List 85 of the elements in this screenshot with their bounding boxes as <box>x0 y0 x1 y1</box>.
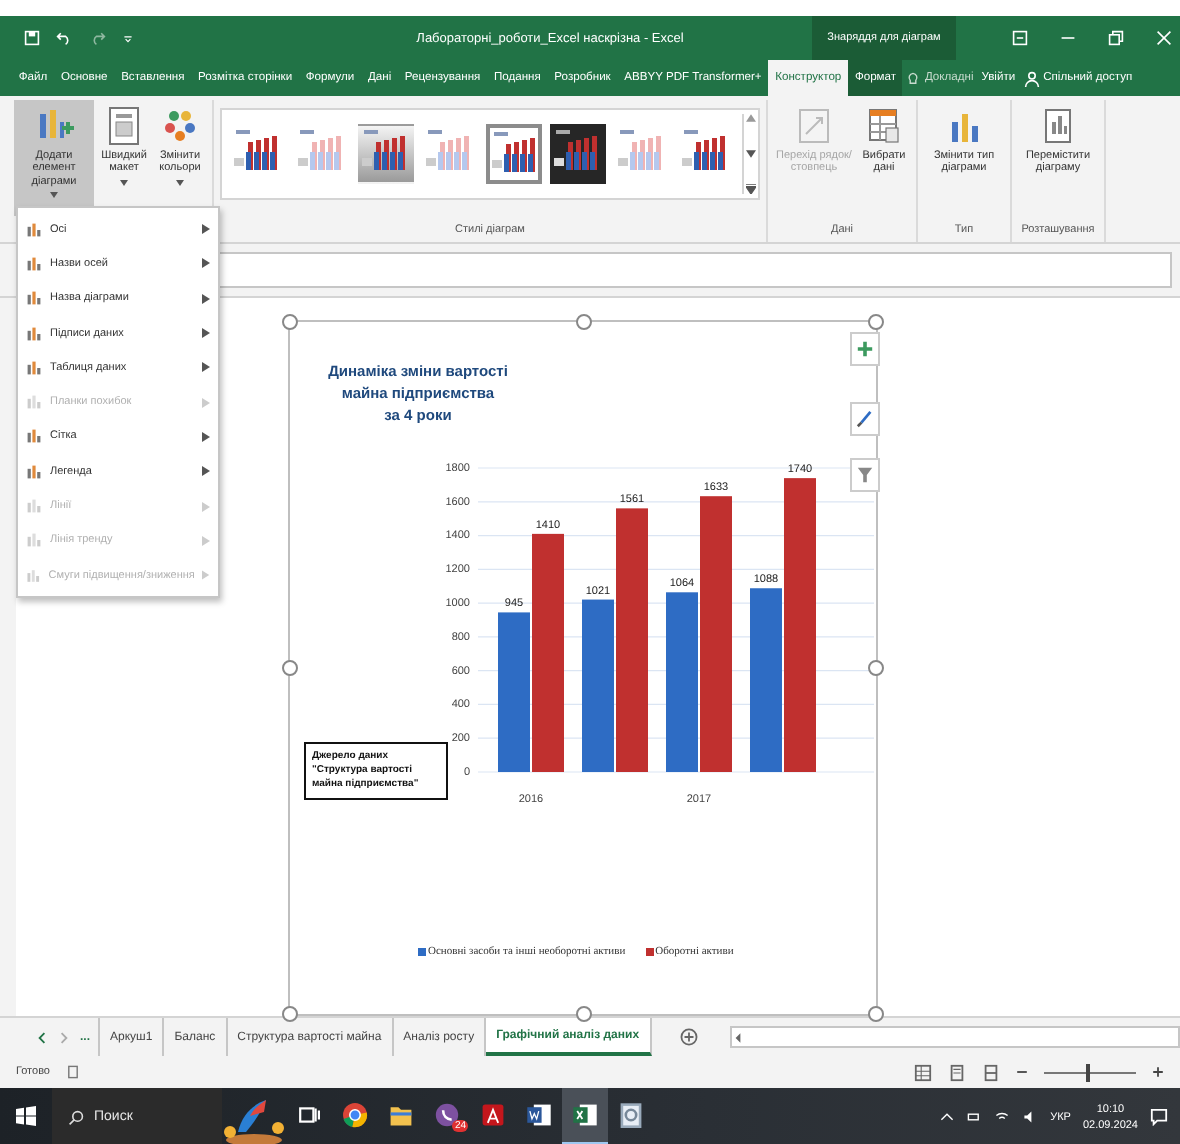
submenu-arrow-icon <box>202 570 210 581</box>
save-icon[interactable] <box>24 30 40 46</box>
lightbulb-icon <box>906 69 921 87</box>
normal-view-icon[interactable] <box>914 1063 932 1081</box>
caret-icon <box>120 179 128 186</box>
brush-icon <box>856 410 874 428</box>
chart-element-icon <box>26 498 42 515</box>
submenu-arrow-icon <box>202 328 210 339</box>
chart-area[interactable] <box>288 320 878 1016</box>
scroll-up-icon[interactable] <box>746 114 756 122</box>
resize-handle[interactable] <box>282 314 298 330</box>
plus-icon <box>856 340 874 358</box>
table-icon <box>866 106 902 146</box>
add-sheet-icon[interactable] <box>679 1028 698 1046</box>
windows-icon <box>16 1105 36 1125</box>
submenu-arrow-icon <box>202 293 210 304</box>
spreadsheet-icon <box>572 1102 598 1128</box>
chart-style-thumbnail[interactable] <box>486 124 542 184</box>
previous-sheet-icon[interactable] <box>36 1031 48 1043</box>
chart-element-icon <box>26 567 41 584</box>
scroll-left-icon <box>731 1031 744 1043</box>
horizontal-scrollbar[interactable] <box>729 1026 1180 1048</box>
restore-icon[interactable] <box>1108 30 1124 46</box>
image-viewer-icon <box>618 1102 644 1128</box>
battery-icon[interactable] <box>966 1110 983 1124</box>
chart-element-icon <box>26 359 42 376</box>
style-button[interactable] <box>850 402 880 436</box>
ribbon-options-icon[interactable] <box>1012 30 1028 46</box>
move-chart-icon <box>1040 106 1076 146</box>
chart-element-icon <box>26 394 42 411</box>
submenu-arrow-icon <box>202 397 210 408</box>
resize-handle[interactable] <box>868 314 884 330</box>
pdf-icon <box>480 1102 506 1128</box>
layout-icon <box>106 106 142 146</box>
notifications-icon[interactable] <box>1150 1108 1168 1126</box>
customize-icon[interactable] <box>122 30 134 46</box>
color-dots-icon <box>162 106 198 146</box>
resize-handle[interactable] <box>575 314 591 330</box>
submenu-arrow-icon <box>202 431 210 442</box>
filter-button[interactable] <box>850 458 880 492</box>
submenu-arrow-icon <box>202 535 210 546</box>
search-icon <box>68 1109 84 1125</box>
submenu-arrow-icon <box>202 466 210 477</box>
person-icon <box>1023 69 1040 87</box>
macro-record-icon[interactable] <box>65 1064 80 1080</box>
zoom-out-icon[interactable] <box>1016 1066 1028 1078</box>
more-icon[interactable] <box>746 184 756 194</box>
chart-element-icon <box>26 532 42 549</box>
zoom-thumb[interactable] <box>1085 1063 1090 1081</box>
switch-row-column-icon <box>796 106 832 146</box>
zoom-in-icon[interactable] <box>1152 1066 1164 1078</box>
resize-handle[interactable] <box>282 1006 298 1022</box>
resize-handle[interactable] <box>868 660 884 676</box>
task-view-icon <box>298 1104 320 1126</box>
chart-style-thumbnail[interactable] <box>358 124 414 184</box>
chevron-up-icon[interactable] <box>940 1110 955 1124</box>
submenu-arrow-icon <box>202 362 210 373</box>
folder-icon <box>388 1102 414 1128</box>
chart-element-icon <box>26 325 42 342</box>
add-element-button[interactable] <box>850 332 880 366</box>
submenu-arrow-icon <box>202 224 210 235</box>
resize-handle[interactable] <box>282 660 298 676</box>
taskbar-app[interactable] <box>562 1088 608 1144</box>
document-icon <box>526 1102 552 1128</box>
chart-element-icon <box>26 428 42 445</box>
page-break-icon[interactable] <box>982 1063 1000 1081</box>
chart-element-icon <box>26 221 42 238</box>
wifi-icon[interactable] <box>994 1110 1011 1124</box>
filter-icon <box>856 466 874 484</box>
browser-icon <box>342 1102 368 1128</box>
resize-handle[interactable] <box>868 1006 884 1022</box>
redo-icon[interactable] <box>88 30 108 46</box>
chart-element-icon <box>26 255 42 272</box>
scroll-down-icon[interactable] <box>746 149 756 157</box>
chart-element-icon <box>26 463 42 480</box>
resize-handle[interactable] <box>575 1006 591 1022</box>
chart-style-thumbnail[interactable] <box>550 124 606 184</box>
page-layout-icon[interactable] <box>948 1063 966 1081</box>
chart-element-icon <box>26 290 42 307</box>
caret-icon <box>176 179 184 186</box>
caret-icon <box>50 191 58 198</box>
undo-icon[interactable] <box>54 30 74 46</box>
close-icon[interactable] <box>1156 30 1172 46</box>
submenu-arrow-icon <box>202 501 210 512</box>
submenu-arrow-icon <box>202 258 210 269</box>
